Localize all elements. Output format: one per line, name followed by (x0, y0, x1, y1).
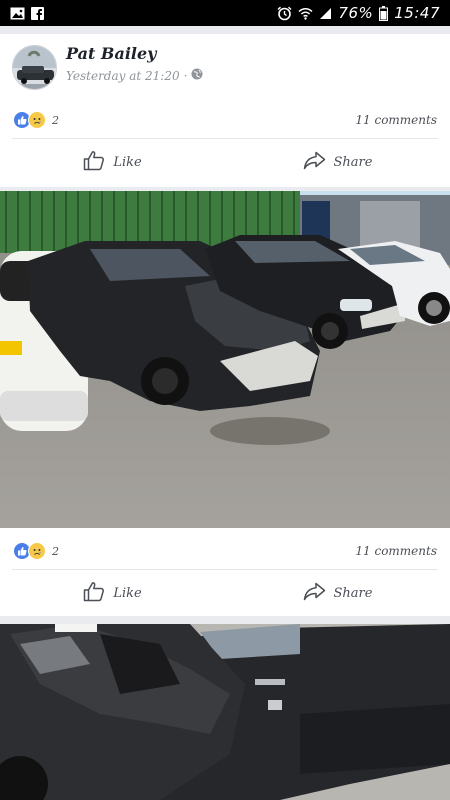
comments-count[interactable]: 11 comments (355, 113, 437, 127)
globe-icon (191, 68, 203, 83)
status-left-icons (10, 6, 44, 20)
post-actions-2: Like Share (0, 571, 450, 615)
meta-separator: · (183, 68, 188, 83)
post-timestamp[interactable]: Yesterday at 21:20 (66, 69, 180, 83)
share-arrow-icon (303, 582, 326, 605)
post-card: Pat Bailey Yesterday at 21:20 · 2 11 com… (0, 34, 450, 187)
sad-reaction-icon (28, 542, 46, 560)
like-button[interactable]: Like (0, 571, 225, 615)
share-button[interactable]: Share (225, 571, 450, 615)
reaction-summary-2: 2 11 comments (0, 534, 450, 568)
wifi-icon (298, 7, 313, 20)
post-header: Pat Bailey Yesterday at 21:20 · (0, 34, 450, 100)
sad-reaction-icon (28, 111, 46, 129)
facebook-icon (31, 6, 44, 20)
divider (12, 138, 438, 139)
share-button[interactable]: Share (225, 140, 450, 184)
share-arrow-icon (303, 151, 326, 174)
image-icon (10, 7, 25, 20)
post-meta: Yesterday at 21:20 · (66, 68, 203, 83)
reaction-summary: 2 11 comments (0, 103, 450, 137)
share-label: Share (333, 585, 373, 601)
post-actions: Like Share (0, 140, 450, 184)
signal-icon (319, 7, 332, 20)
status-right-icons: 76% 15:47 (277, 4, 440, 22)
share-label: Share (333, 154, 373, 170)
battery-percent: 76% (338, 4, 374, 22)
like-label: Like (113, 585, 142, 601)
reaction-count: 2 (52, 113, 59, 127)
next-post-photo[interactable] (0, 624, 450, 800)
alarm-icon (277, 6, 292, 21)
thumbs-up-icon (83, 581, 105, 606)
reaction-count: 2 (52, 544, 59, 558)
post-footer: 2 11 comments Like Share (0, 528, 450, 616)
battery-icon (379, 5, 389, 21)
author-name[interactable]: Pat Bailey (66, 44, 156, 63)
reactions-2[interactable]: 2 (13, 542, 59, 560)
thumbs-up-icon (83, 150, 105, 175)
divider (12, 569, 438, 570)
reactions[interactable]: 2 (13, 111, 59, 129)
like-label: Like (113, 154, 142, 170)
status-bar: 76% 15:47 (0, 0, 450, 26)
comments-count[interactable]: 11 comments (355, 544, 437, 558)
avatar[interactable] (12, 45, 57, 90)
post-photo[interactable] (0, 191, 450, 529)
clock-time: 15:47 (394, 4, 440, 22)
like-button[interactable]: Like (0, 140, 225, 184)
